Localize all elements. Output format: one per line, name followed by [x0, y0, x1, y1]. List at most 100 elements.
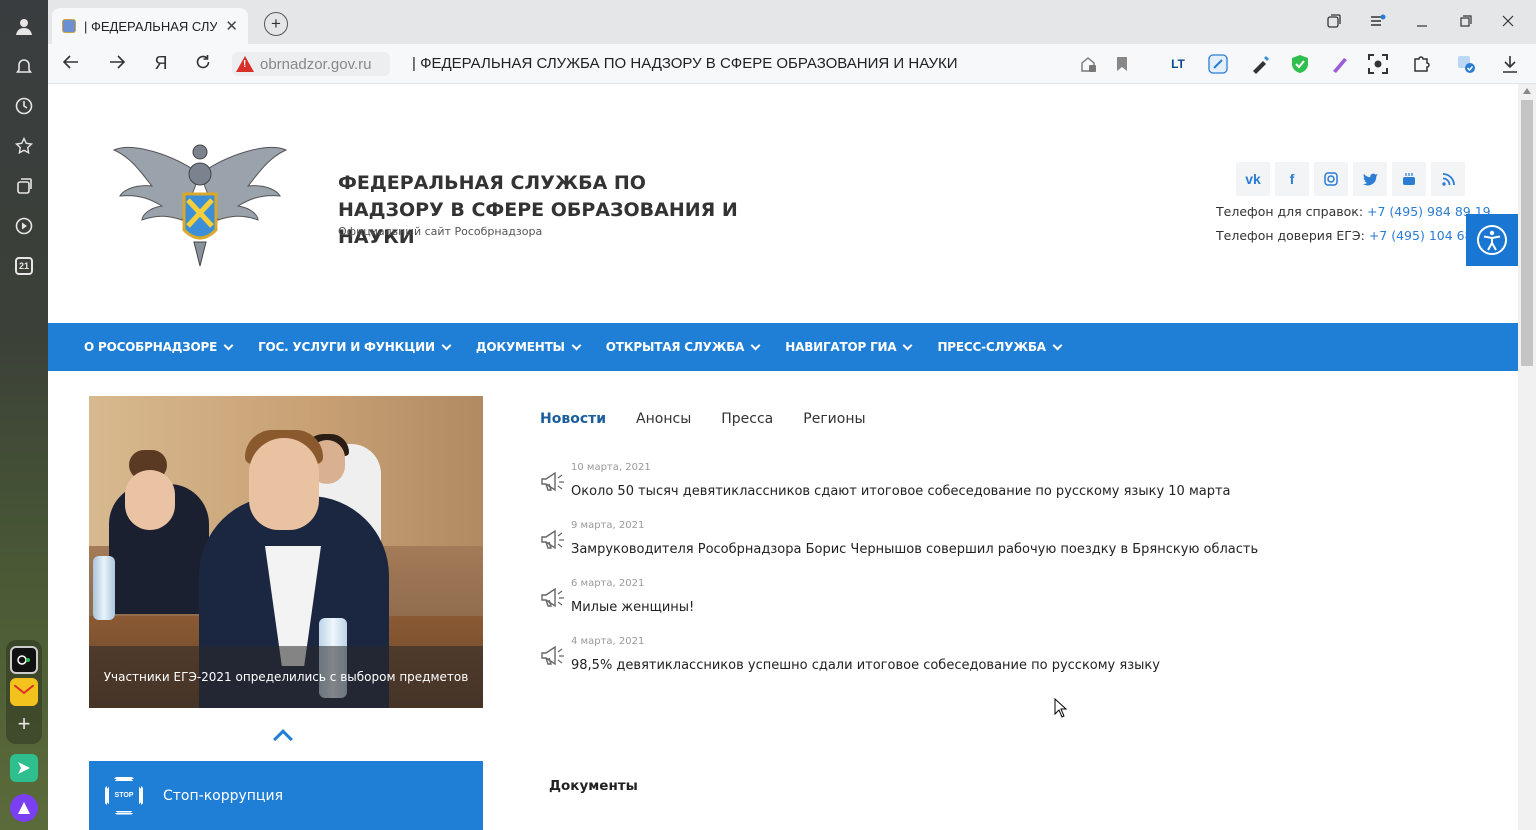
- puzzle-extensions-icon[interactable]: [1412, 54, 1432, 74]
- calendar-badge-number: 21: [15, 257, 33, 275]
- news-item[interactable]: 10 марта, 2021 Около 50 тысяч девятиклас…: [540, 460, 1440, 518]
- profile-icon[interactable]: [12, 14, 36, 38]
- sync-extension-icon[interactable]: [1456, 54, 1476, 74]
- url-domain[interactable]: obrnadzor.gov.ru: [260, 56, 371, 73]
- browser-tab[interactable]: | ФЕДЕРАЛЬНАЯ СЛУЖБ ✕: [52, 8, 248, 44]
- rss-icon[interactable]: [1431, 162, 1465, 196]
- page-scrollbar[interactable]: [1518, 84, 1536, 830]
- alice-assistant-icon[interactable]: [10, 794, 38, 822]
- add-app-icon[interactable]: +: [10, 710, 38, 738]
- close-window-icon[interactable]: [1498, 14, 1518, 30]
- news-title[interactable]: Около 50 тысяч девятиклассников сдают ит…: [571, 484, 1231, 499]
- chevron-down-icon: [1052, 340, 1063, 350]
- reload-icon[interactable]: [191, 53, 215, 76]
- nav-item-documents[interactable]: ДОКУМЕНТЫ: [475, 340, 582, 354]
- translate-extension-icon[interactable]: [1208, 54, 1228, 74]
- screenshot-extension-icon[interactable]: [1368, 54, 1388, 74]
- vk-icon[interactable]: vk: [1236, 162, 1270, 196]
- news-title[interactable]: 98,5% девятиклассников успешно сдали ито…: [571, 658, 1160, 673]
- instagram-icon[interactable]: [1314, 162, 1348, 196]
- slide-photo-person: [125, 470, 175, 530]
- chevron-down-icon: [903, 340, 913, 350]
- forward-icon[interactable]: [105, 53, 129, 76]
- nav-item-label: ДОКУМЕНТЫ: [475, 340, 565, 354]
- adblock-shield-icon[interactable]: [1290, 54, 1310, 74]
- news-slider[interactable]: Участники ЕГЭ-2021 определились с выборо…: [89, 396, 483, 708]
- tabs-overview-icon[interactable]: [1324, 14, 1344, 31]
- organization-name[interactable]: ФЕДЕРАЛЬНАЯ СЛУЖБА ПО НАДЗОРУ В СФЕРЕ ОБ…: [338, 170, 758, 251]
- nav-item-open-service[interactable]: ОТКРЫТАЯ СЛУЖБА: [606, 340, 761, 354]
- phone-hotline-label: Телефон доверия ЕГЭ:: [1216, 228, 1369, 243]
- chevron-up-icon[interactable]: [273, 729, 293, 749]
- news-tabs: Новости Анонсы Пресса Регионы: [540, 411, 866, 427]
- downloads-icon[interactable]: [1500, 54, 1520, 74]
- yandex-home-icon[interactable]: Я: [149, 53, 173, 74]
- collections-icon[interactable]: [12, 174, 36, 198]
- news-item[interactable]: 6 марта, 2021 Милые женщины!: [540, 576, 1440, 634]
- tab-regions[interactable]: Регионы: [803, 411, 865, 427]
- news-date: 6 марта, 2021: [571, 578, 645, 589]
- megaphone-icon: [541, 529, 564, 550]
- clock-app-icon[interactable]: [10, 646, 38, 674]
- rosobrnadzor-emblem-logo[interactable]: [112, 134, 288, 274]
- browser-menu-icon[interactable]: [1368, 14, 1388, 31]
- scrollbar-thumb[interactable]: [1521, 100, 1533, 366]
- tab-news[interactable]: Новости: [540, 411, 606, 427]
- megaphone-icon: [541, 645, 564, 666]
- tab-close-icon[interactable]: ✕: [225, 17, 238, 35]
- news-date: 10 марта, 2021: [571, 462, 651, 473]
- site-security-warning[interactable]: obrnadzor.gov.ru: [232, 52, 390, 76]
- highlighter-extension-icon[interactable]: [1330, 54, 1350, 74]
- slide-caption[interactable]: Участники ЕГЭ-2021 определились с выборо…: [89, 646, 483, 708]
- video-icon[interactable]: [12, 214, 36, 238]
- youtube-icon[interactable]: [1392, 162, 1426, 196]
- news-list: 10 марта, 2021 Около 50 тысяч девятиклас…: [540, 460, 1440, 692]
- main-navigation: О РОСОБРНАДЗОРЕ ГОС. УСЛУГИ И ФУНКЦИИ ДО…: [48, 323, 1518, 371]
- pen-extension-icon[interactable]: [1250, 54, 1270, 74]
- address-bar: Я obrnadzor.gov.ru | ФЕДЕРАЛЬНАЯ СЛУЖБА …: [48, 44, 1536, 84]
- scroll-up-icon[interactable]: [1523, 88, 1531, 94]
- chevron-down-icon: [223, 340, 234, 350]
- news-title[interactable]: Милые женщины!: [571, 600, 694, 615]
- reader-mode-icon[interactable]: [1078, 54, 1098, 74]
- facebook-icon[interactable]: f: [1275, 162, 1309, 196]
- bookmark-icon[interactable]: [1112, 54, 1132, 74]
- restore-icon[interactable]: [1456, 14, 1476, 30]
- news-item[interactable]: 9 марта, 2021 Замруководителя Рособрнадз…: [540, 518, 1440, 576]
- nav-item-about[interactable]: О РОСОБРНАДЗОРЕ: [84, 340, 234, 354]
- bookmarks-star-icon[interactable]: [12, 134, 36, 158]
- phone-hotline: Телефон доверия ЕГЭ: +7 (495) 104 68 38: [1216, 228, 1492, 243]
- messenger-app-icon[interactable]: [10, 754, 38, 782]
- tab-announcements[interactable]: Анонсы: [636, 411, 691, 427]
- calendar-badge-icon[interactable]: 21: [12, 254, 36, 278]
- twitter-icon[interactable]: [1353, 162, 1387, 196]
- mail-app-icon[interactable]: [10, 678, 38, 706]
- accessibility-icon: [1477, 225, 1507, 255]
- stop-corruption-label: Стоп-коррупция: [163, 787, 283, 804]
- new-tab-button[interactable]: +: [264, 12, 288, 36]
- address-page-title[interactable]: | ФЕДЕРАЛЬНАЯ СЛУЖБА ПО НАДЗОРУ В СФЕРЕ …: [412, 55, 958, 72]
- megaphone-icon: [541, 587, 564, 608]
- chevron-down-icon: [750, 340, 761, 350]
- accessibility-button[interactable]: [1466, 214, 1518, 266]
- languagetool-extension-icon[interactable]: LT: [1168, 54, 1188, 74]
- megaphone-icon: [541, 471, 564, 492]
- nav-item-label: ПРЕСС-СЛУЖБА: [937, 340, 1046, 354]
- tab-press[interactable]: Пресса: [721, 411, 773, 427]
- nav-item-gia-navigator[interactable]: НАВИГАТОР ГИА: [785, 340, 913, 354]
- tab-title: | ФЕДЕРАЛЬНАЯ СЛУЖБ: [84, 18, 218, 34]
- organization-subtitle: Официальный сайт Рособрнадзора: [338, 225, 543, 238]
- tab-strip: | ФЕДЕРАЛЬНАЯ СЛУЖБ ✕ +: [48, 0, 1536, 44]
- nav-item-services[interactable]: ГОС. УСЛУГИ И ФУНКЦИИ: [258, 340, 452, 354]
- notifications-icon[interactable]: [12, 54, 36, 78]
- history-icon[interactable]: [12, 94, 36, 118]
- news-item[interactable]: 4 марта, 2021 98,5% девятиклассников усп…: [540, 634, 1440, 692]
- back-icon[interactable]: [59, 53, 83, 76]
- nav-item-press[interactable]: ПРЕСС-СЛУЖБА: [937, 340, 1063, 354]
- phone-info: Телефон для справок: +7 (495) 984 89 19: [1216, 204, 1491, 219]
- browser-sidebar: 21 +: [0, 0, 48, 830]
- minimize-icon[interactable]: [1412, 14, 1432, 30]
- news-title[interactable]: Замруководителя Рособрнадзора Борис Черн…: [571, 542, 1258, 557]
- web-page: ФЕДЕРАЛЬНАЯ СЛУЖБА ПО НАДЗОРУ В СФЕРЕ ОБ…: [48, 84, 1518, 830]
- stop-corruption-banner[interactable]: STOP Стоп-коррупция: [89, 761, 483, 830]
